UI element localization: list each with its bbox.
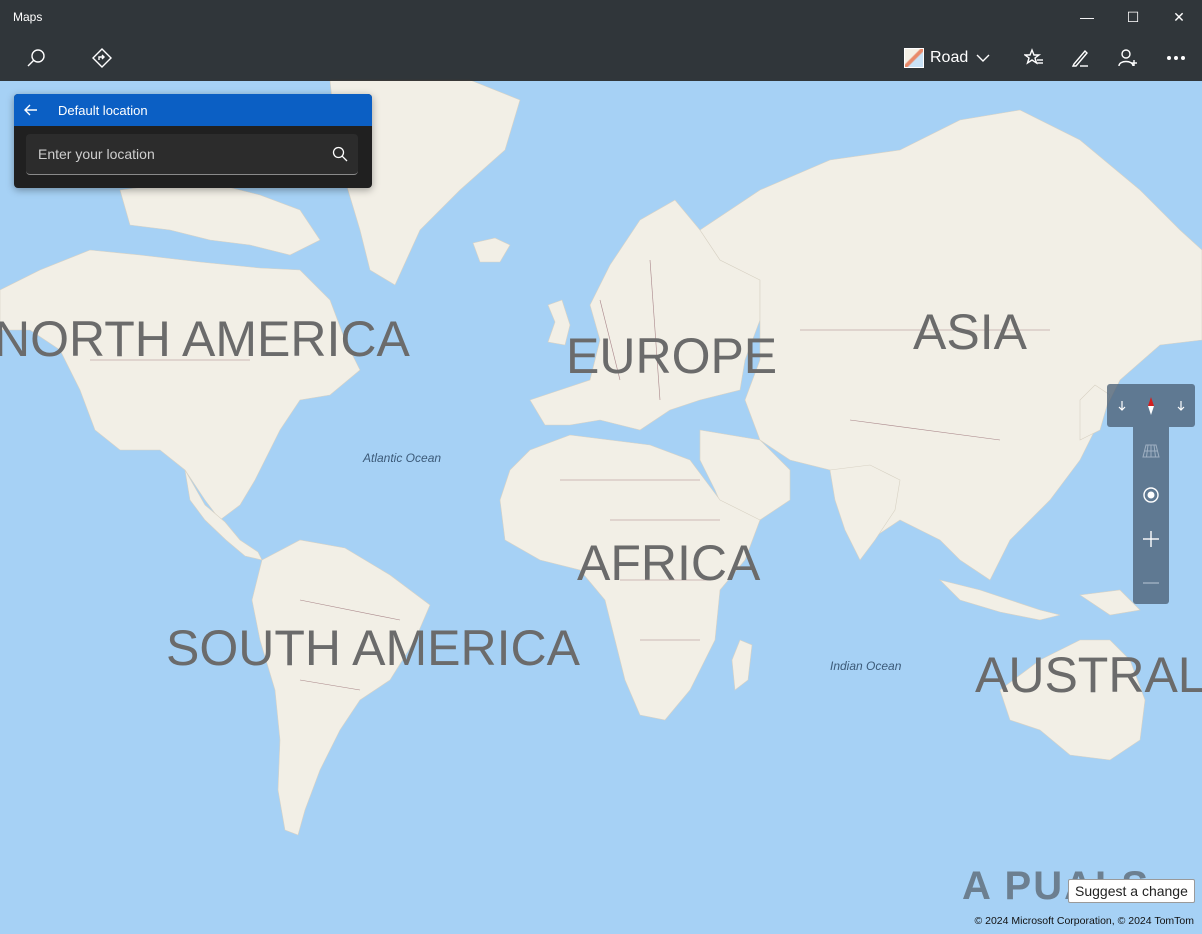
toolbar: Road	[0, 34, 1202, 81]
favorites-button[interactable]	[1014, 38, 1054, 78]
search-icon	[332, 146, 348, 162]
favorites-icon	[1024, 48, 1043, 65]
search-button[interactable]	[16, 38, 56, 78]
rotate-left-icon	[1118, 400, 1125, 411]
label-indian-ocean: Indian Ocean	[830, 659, 902, 673]
my-location-button[interactable]	[1133, 473, 1169, 517]
label-africa: AFRICA	[577, 535, 761, 591]
chevron-down-icon	[976, 54, 990, 62]
directions-button[interactable]	[82, 38, 122, 78]
zoom-in-button[interactable]	[1133, 517, 1169, 561]
label-south-america: SOUTH AMERICA	[166, 620, 580, 676]
location-icon	[1143, 487, 1159, 503]
label-asia: ASIA	[913, 304, 1027, 360]
label-australia-text: AUSTRALIA	[975, 647, 1202, 703]
title-bar[interactable]: Maps — ☐ ✕	[0, 0, 1202, 34]
location-search-button[interactable]	[322, 146, 358, 162]
maximize-icon: ☐	[1126, 8, 1140, 25]
maximize-button[interactable]: ☐	[1110, 0, 1156, 34]
minimize-icon: —	[1080, 9, 1094, 25]
zoom-out-icon	[1143, 582, 1159, 584]
map-control-stack	[1133, 427, 1169, 604]
ink-icon	[1071, 49, 1088, 67]
app-title: Maps	[13, 10, 43, 24]
map-style-picker[interactable]: Road	[904, 42, 990, 74]
sign-in-icon	[1118, 49, 1137, 67]
label-atlantic-ocean: Atlantic Ocean	[363, 451, 442, 465]
default-location-panel: Default location	[14, 94, 372, 188]
sign-in-button[interactable]	[1108, 38, 1148, 78]
location-search-box[interactable]	[26, 134, 358, 175]
rotate-left-button[interactable]	[1107, 384, 1136, 427]
minimize-button[interactable]: —	[1064, 0, 1110, 34]
label-north-america: NORTH AMERICA	[0, 311, 410, 367]
back-arrow-icon	[24, 104, 37, 116]
zoom-in-icon	[1143, 531, 1159, 547]
close-button[interactable]: ✕	[1156, 0, 1202, 34]
compass-button[interactable]	[1136, 384, 1165, 427]
panel-title: Default location	[58, 102, 148, 118]
compass-icon	[1147, 396, 1154, 415]
map-style-label: Road	[930, 49, 969, 66]
rotate-right-icon	[1177, 400, 1184, 411]
location-input[interactable]	[26, 145, 322, 163]
tilt-button[interactable]	[1133, 429, 1169, 473]
label-australia: AUSTRALIA	[975, 646, 1202, 706]
rotate-right-button[interactable]	[1166, 384, 1195, 427]
copyright-text: © 2024 Microsoft Corporation, © 2024 Tom…	[974, 915, 1194, 927]
panel-header: Default location	[14, 94, 372, 126]
close-icon: ✕	[1173, 8, 1185, 25]
search-icon	[27, 49, 45, 67]
ink-button[interactable]	[1060, 38, 1100, 78]
tilt-icon	[1142, 444, 1160, 458]
directions-icon	[92, 48, 112, 68]
label-europe: EUROPE	[566, 328, 778, 384]
more-button[interactable]	[1156, 38, 1196, 78]
compass-bar	[1107, 384, 1195, 427]
zoom-out-button[interactable]	[1133, 561, 1169, 605]
more-icon	[1167, 55, 1185, 60]
road-style-icon	[904, 48, 924, 68]
back-button[interactable]	[14, 94, 48, 126]
suggest-change-button[interactable]: Suggest a change	[1068, 879, 1195, 903]
